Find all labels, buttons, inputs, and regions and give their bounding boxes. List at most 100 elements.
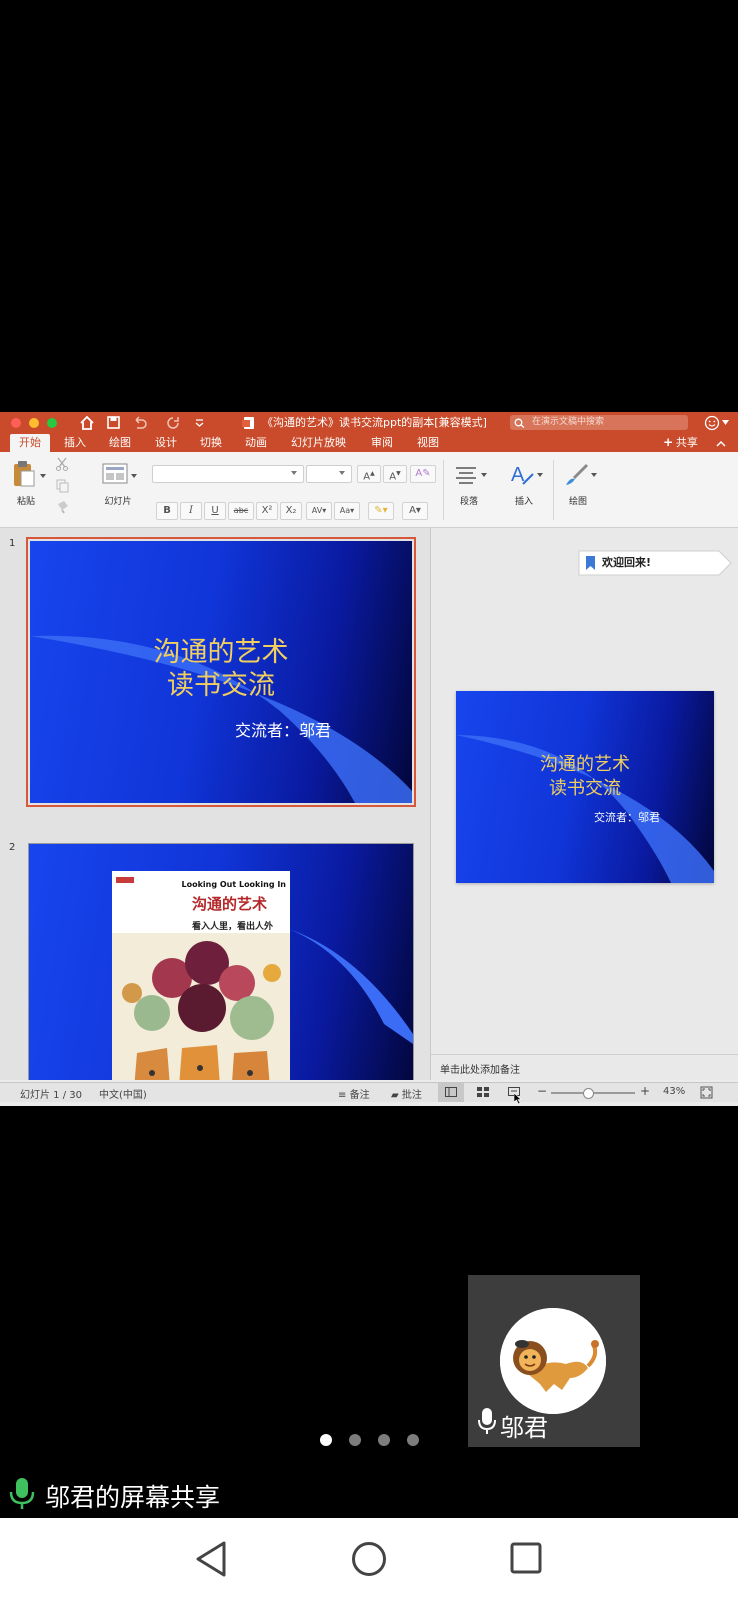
bold-button[interactable]: B	[156, 502, 178, 520]
zoom-out-button[interactable]: −	[537, 1084, 547, 1098]
share-button[interactable]: ➕︎ 共享	[664, 434, 698, 452]
slide-thumbnail-2[interactable]: Looking Out Looking In 沟通的艺术 看入人里，看出人外	[28, 843, 414, 1080]
maximize-window-button[interactable]	[47, 418, 57, 428]
font-name-chevron-icon	[291, 471, 297, 475]
zoom-slider-track[interactable]	[551, 1088, 635, 1099]
back-icon[interactable]	[194, 1540, 228, 1578]
zoom-slider-knob[interactable]	[583, 1088, 594, 1099]
insert-text-icon[interactable]: A	[509, 462, 535, 488]
comment-icon: ▰	[391, 1090, 399, 1101]
collapse-ribbon-icon[interactable]	[716, 440, 726, 447]
tab-view[interactable]: 视图	[417, 434, 439, 452]
pptx-file-icon	[242, 417, 254, 429]
notes-placeholder[interactable]: 单击此处添加备注	[440, 1061, 520, 1076]
normal-view-button[interactable]	[438, 1083, 464, 1102]
cut-icon[interactable]	[55, 457, 69, 471]
comments-toggle-button[interactable]: ▰ 批注	[391, 1086, 422, 1101]
slide-counter: 幻灯片 1 / 30	[20, 1090, 82, 1101]
draw-dropdown-icon[interactable]	[591, 473, 597, 478]
ribbon-tabs: 开始 插入 绘图 设计 切换 动画 幻灯片放映 审阅 视图 ➕︎ 共享	[0, 434, 738, 452]
page-dot[interactable]	[407, 1434, 419, 1446]
tab-animations[interactable]: 动画	[245, 434, 267, 452]
bookmark-icon	[586, 556, 595, 570]
current-slide-canvas[interactable]: 沟通的艺术 读书交流 交流者：邬君	[456, 691, 714, 883]
paragraph-icon[interactable]	[454, 466, 478, 484]
strikethrough-button[interactable]: abc	[228, 502, 254, 520]
copy-icon[interactable]	[56, 479, 70, 493]
participant-video-tile[interactable]: 邬君	[468, 1275, 640, 1447]
paragraph-dropdown-icon[interactable]	[481, 473, 487, 478]
subscript-button[interactable]: X₂	[280, 502, 302, 520]
slide-2-canvas: Looking Out Looking In 沟通的艺术 看入人里，看出人外	[29, 844, 413, 1080]
slide-thumbnail-1-selected[interactable]: 沟通的艺术 读书交流 交流者：邬君	[26, 537, 416, 807]
insert-dropdown-icon[interactable]	[537, 473, 543, 478]
underline-button[interactable]: U	[204, 502, 226, 520]
new-slide-dropdown-icon[interactable]	[131, 474, 137, 479]
tab-home[interactable]: 开始	[10, 434, 50, 452]
page-dot[interactable]	[378, 1434, 390, 1446]
recent-apps-icon[interactable]	[510, 1542, 542, 1574]
page-dot-active[interactable]	[320, 1434, 332, 1446]
tab-slideshow[interactable]: 幻灯片放映	[291, 434, 346, 452]
search-box[interactable]: 在演示文稿中搜索	[510, 415, 688, 430]
slide-editing-pane[interactable]: 欢迎回来! 沟通的艺术 读书交流 交流者：邬君 单击此处添加备注	[431, 528, 738, 1080]
slide-1-title-line2: 读书交流	[167, 670, 275, 701]
tab-insert[interactable]: 插入	[64, 434, 86, 452]
welcome-back-text: 欢迎回来!	[602, 556, 652, 569]
tab-transitions[interactable]: 切换	[200, 434, 222, 452]
highlight-color-icon[interactable]: ✎▾	[368, 502, 394, 520]
undo-icon[interactable]	[132, 416, 147, 429]
home-icon[interactable]	[80, 416, 94, 430]
paste-dropdown-icon[interactable]	[40, 474, 46, 479]
microphone-icon	[478, 1408, 496, 1434]
book-title: 沟通的艺术	[192, 895, 268, 913]
current-slide-title: 沟通的艺术 读书交流	[456, 753, 714, 801]
zoom-level[interactable]: 43%	[663, 1086, 685, 1097]
italic-button[interactable]: I	[180, 502, 202, 520]
page-dot[interactable]	[349, 1434, 361, 1446]
close-window-button[interactable]	[11, 418, 21, 428]
share-label: 共享	[675, 436, 698, 449]
fit-to-window-icon[interactable]	[700, 1086, 713, 1099]
clear-formatting-icon[interactable]: A✎	[410, 465, 436, 483]
language-indicator[interactable]: 中文(中国)	[99, 1086, 147, 1101]
font-name-dropdown[interactable]	[152, 465, 304, 483]
comments-label: 批注	[401, 1090, 422, 1101]
customize-toolbar-icon[interactable]	[195, 419, 204, 427]
save-icon[interactable]	[107, 416, 120, 429]
feedback-smiley-icon[interactable]	[704, 415, 720, 431]
zoom-in-button[interactable]: +	[640, 1084, 650, 1098]
decrease-font-size-icon[interactable]: A▼	[383, 465, 407, 483]
paste-icon[interactable]	[12, 460, 36, 488]
ribbon-toolbar: 粘贴 幻灯片 A▲ A▼ A✎ B I U abc X² X₂ AV▾ Aa▾ …	[0, 452, 738, 528]
status-bar: 幻灯片 1 / 30 中文(中国) ≡ 备注 ▰ 批注 − + 43%	[0, 1082, 738, 1104]
notes-icon: ≡	[338, 1090, 347, 1101]
tab-draw[interactable]: 绘图	[109, 434, 131, 452]
welcome-back-tooltip[interactable]: 欢迎回来!	[577, 550, 733, 576]
new-slide-icon[interactable]	[102, 463, 130, 485]
home-circle-icon[interactable]	[351, 1541, 387, 1577]
tab-design[interactable]: 设计	[155, 434, 177, 452]
lion-avatar-image	[500, 1308, 606, 1414]
increase-font-size-icon[interactable]: A▲	[357, 465, 381, 483]
minimize-window-button[interactable]	[29, 418, 39, 428]
notes-toggle-button[interactable]: ≡ 备注	[338, 1086, 370, 1101]
window-title: 《沟通的艺术》读书交流ppt的副本[兼容模式]	[262, 416, 487, 429]
font-size-dropdown[interactable]	[306, 465, 352, 483]
tooltip-shape	[578, 550, 732, 576]
draw-brush-icon[interactable]	[563, 462, 589, 488]
notes-divider	[431, 1054, 738, 1055]
current-slide-title-line2: 读书交流	[549, 778, 621, 799]
format-painter-icon[interactable]	[56, 500, 70, 514]
ribbon-divider	[443, 460, 444, 520]
search-placeholder: 在演示文稿中搜索	[532, 417, 605, 427]
tab-review[interactable]: 审阅	[371, 434, 393, 452]
change-case-icon[interactable]: Aa▾	[334, 502, 360, 520]
character-spacing-icon[interactable]: AV▾	[306, 502, 332, 520]
font-color-icon[interactable]: A▾	[402, 502, 428, 520]
slide-sorter-icon[interactable]	[477, 1087, 489, 1097]
slide-thumbnail-pane[interactable]: 1 沟通的艺术 读书交流 交流者：邬君 2 Looking Out Lookin…	[0, 528, 431, 1080]
smiley-dropdown-icon[interactable]	[722, 420, 729, 426]
superscript-button[interactable]: X²	[256, 502, 278, 520]
redo-icon[interactable]	[166, 416, 180, 429]
